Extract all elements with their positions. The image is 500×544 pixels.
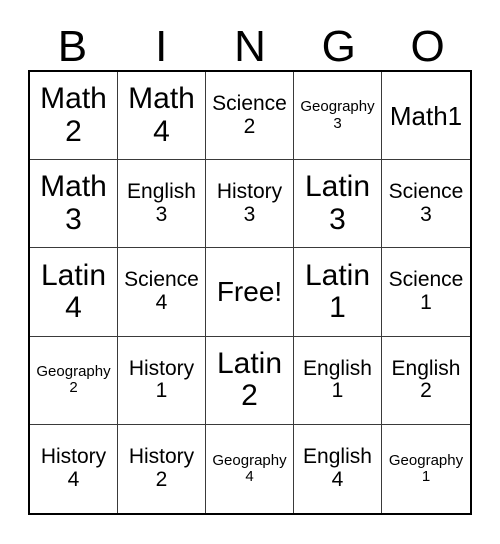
bingo-cell[interactable]: English 1 (294, 336, 382, 425)
bingo-cell-number: 3 (333, 114, 342, 132)
bingo-cell[interactable]: Science 1 (382, 248, 470, 337)
bingo-cell[interactable]: History 2 (118, 424, 206, 513)
bingo-cell-number: 1 (420, 290, 432, 314)
bingo-cell-word: History (40, 445, 107, 469)
bingo-cell-word: Math (40, 170, 107, 204)
bingo-cell[interactable]: Math 3 (30, 160, 118, 249)
bingo-cell-word: Geography (36, 363, 111, 380)
bingo-cell[interactable]: History 1 (118, 336, 206, 425)
bingo-cell[interactable]: Math 2 (30, 72, 118, 161)
bingo-cell[interactable]: Geography 2 (30, 336, 118, 425)
bingo-cell-number: 2 (243, 114, 256, 138)
bingo-cell-number: 2 (241, 379, 258, 413)
bingo-cell-number: 2 (69, 379, 78, 397)
bingo-cell-word: Math (40, 82, 107, 116)
bingo-cell[interactable]: Latin 1 (294, 248, 382, 337)
bingo-cell-number: 2 (420, 379, 432, 403)
bingo-cell[interactable]: Geography 1 (382, 424, 470, 513)
bingo-cell-number: 3 (420, 202, 432, 226)
bingo-cell-word: English (303, 356, 372, 380)
bingo-cell[interactable]: Science 4 (118, 248, 206, 337)
bingo-cell-number: 1 (331, 379, 344, 403)
bingo-cell-word: Science (388, 180, 464, 204)
bingo-cell-word: English (391, 356, 461, 380)
bingo-cell-word: Geography (300, 98, 375, 116)
bingo-cell-number: 2 (65, 114, 82, 148)
bingo-header-letter-b: B (57, 22, 88, 71)
bingo-cell-number: 3 (155, 202, 168, 226)
bingo-cell-word: Latin (304, 170, 371, 204)
bingo-cell[interactable]: Math 4 (118, 72, 206, 161)
bingo-cell-number: 3 (65, 202, 82, 236)
bingo-cell-word: Geography (212, 451, 287, 469)
bingo-cell-word: History (128, 356, 195, 380)
bingo-cell-number: 2 (155, 467, 168, 491)
bingo-cell-number: 1 (421, 467, 431, 485)
bingo-cell[interactable]: English 4 (294, 424, 382, 513)
bingo-card: B I N G O Math 2 Math 4 Science 2 Geography 3 Ma… (0, 0, 500, 544)
bingo-cell-number: 4 (155, 290, 168, 314)
bingo-cell[interactable]: Latin 2 (206, 336, 294, 425)
bingo-header-letter-o: O (410, 22, 445, 71)
bingo-cell-word: Latin (216, 346, 283, 380)
bingo-cell-word: English (303, 445, 372, 469)
bingo-header-letter-i: I (155, 22, 168, 71)
bingo-cell[interactable]: History 3 (206, 160, 294, 249)
bingo-cell[interactable]: Science 2 (206, 72, 294, 161)
bingo-cell-number: 4 (331, 467, 344, 491)
bingo-cell-word: History (216, 180, 283, 204)
bingo-cell-word: Math (128, 82, 195, 116)
bingo-cell-word: Science (388, 268, 464, 292)
bingo-cell-word: Math1 (389, 100, 463, 131)
bingo-cell-number: 3 (243, 202, 256, 226)
bingo-cell-number: 4 (245, 467, 254, 485)
bingo-grid: Math 2 Math 4 Science 2 Geography 3 Math1 Math 3 En… (28, 70, 472, 515)
bingo-cell-number: 4 (67, 467, 80, 491)
bingo-cell-word: Latin (304, 258, 371, 292)
bingo-cell[interactable]: Latin 3 (294, 160, 382, 249)
bingo-header-row: B I N G O (28, 18, 472, 70)
bingo-cell[interactable]: Geography 4 (206, 424, 294, 513)
bingo-cell-word: Latin (40, 258, 107, 292)
bingo-cell-number: 4 (65, 290, 82, 324)
bingo-cell[interactable]: Latin 4 (30, 248, 118, 337)
bingo-cell-number: 3 (329, 202, 346, 236)
bingo-cell-word: Science (124, 268, 199, 292)
bingo-cell[interactable]: Science 3 (382, 160, 470, 249)
bingo-cell[interactable]: Free! (206, 248, 294, 337)
bingo-cell[interactable]: Math1 (382, 72, 470, 161)
bingo-cell-word: Science (212, 91, 287, 115)
bingo-cell-number: 4 (153, 114, 170, 148)
bingo-cell-number: 1 (329, 290, 346, 324)
bingo-cell[interactable]: Geography 3 (294, 72, 382, 161)
bingo-cell-number: 1 (155, 379, 168, 403)
bingo-header-letter-g: G (321, 22, 356, 71)
bingo-cell[interactable]: English 2 (382, 336, 470, 425)
bingo-cell-word: History (128, 445, 195, 469)
bingo-cell[interactable]: History 4 (30, 424, 118, 513)
bingo-cell-word: English (127, 180, 196, 204)
bingo-cell[interactable]: English 3 (118, 160, 206, 249)
bingo-header-letter-n: N (234, 22, 266, 71)
bingo-cell-word: Free! (216, 275, 283, 307)
bingo-cell-word: Geography (388, 451, 464, 469)
